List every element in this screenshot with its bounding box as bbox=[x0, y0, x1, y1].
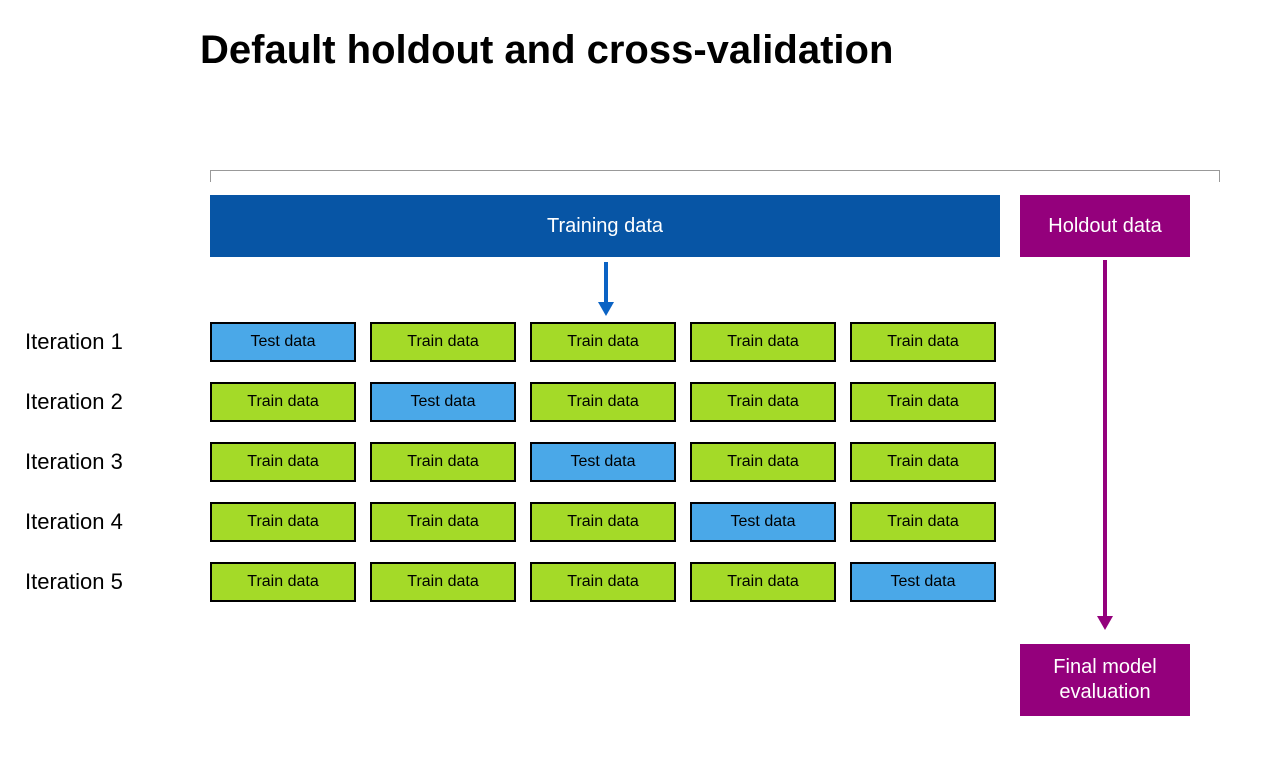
holdout-data-bar: Holdout data bbox=[1020, 195, 1190, 257]
train-fold: Train data bbox=[370, 442, 516, 482]
data-span-bracket bbox=[210, 170, 1220, 182]
iteration-row: Iteration 5Train dataTrain dataTrain dat… bbox=[20, 562, 1010, 602]
train-fold: Train data bbox=[850, 502, 996, 542]
train-fold: Train data bbox=[690, 382, 836, 422]
train-fold: Train data bbox=[210, 382, 356, 422]
iteration-row: Iteration 4Train dataTrain dataTrain dat… bbox=[20, 502, 1010, 542]
diagram-title: Default holdout and cross-validation bbox=[200, 28, 893, 73]
iteration-row: Iteration 1Test data Train data Train data… bbox=[20, 322, 1010, 362]
training-data-bar: Training data bbox=[210, 195, 1000, 257]
fold-row: Test data Train data Train data Train data T… bbox=[210, 322, 996, 362]
holdout-to-final-arrow-icon bbox=[1097, 260, 1113, 640]
test-fold: Test data bbox=[690, 502, 836, 542]
test-fold: Test data bbox=[370, 382, 516, 422]
train-fold: Train data bbox=[370, 322, 516, 362]
train-fold: Train data bbox=[690, 322, 836, 362]
fold-row: Train data Train data Test data Train data T… bbox=[210, 442, 996, 482]
final-model-evaluation-box: Final model evaluation bbox=[1020, 644, 1190, 716]
fold-row: Train data Train data Train data Test data T… bbox=[210, 502, 996, 542]
train-fold: Train data bbox=[530, 322, 676, 362]
iteration-label: Iteration 1 bbox=[20, 329, 210, 355]
iterations-grid: Iteration 1Test dataTrain dataTrain data… bbox=[20, 322, 1010, 622]
train-fold: Train data bbox=[850, 322, 996, 362]
fold-row: Train data Train data Train data Train data… bbox=[210, 562, 996, 602]
train-fold: Train data bbox=[850, 382, 996, 422]
train-fold: Train data bbox=[370, 502, 516, 542]
iteration-label: Iteration 2 bbox=[20, 389, 210, 415]
train-fold: Train data bbox=[530, 502, 676, 542]
train-fold: Train data bbox=[210, 502, 356, 542]
test-fold: Test data bbox=[850, 562, 996, 602]
iteration-row: Iteration 3Train dataTrain dataTest data… bbox=[20, 442, 1010, 482]
iteration-label: Iteration 4 bbox=[20, 509, 210, 535]
train-fold: Train data bbox=[690, 562, 836, 602]
training-to-folds-arrow-icon bbox=[598, 262, 614, 322]
train-fold: Train data bbox=[530, 562, 676, 602]
fold-row: Train data Test data Train data Train data T… bbox=[210, 382, 996, 422]
train-fold: Train data bbox=[530, 382, 676, 422]
iteration-label: Iteration 5 bbox=[20, 569, 210, 595]
iteration-label: Iteration 3 bbox=[20, 449, 210, 475]
train-fold: Train data bbox=[370, 562, 516, 602]
train-fold: Train data bbox=[210, 442, 356, 482]
train-fold: Train data bbox=[850, 442, 996, 482]
iteration-row: Iteration 2Train dataTest dataTrain data… bbox=[20, 382, 1010, 422]
train-fold: Train data bbox=[690, 442, 836, 482]
test-fold: Test data bbox=[530, 442, 676, 482]
train-fold: Train data bbox=[210, 562, 356, 602]
test-fold: Test data bbox=[210, 322, 356, 362]
